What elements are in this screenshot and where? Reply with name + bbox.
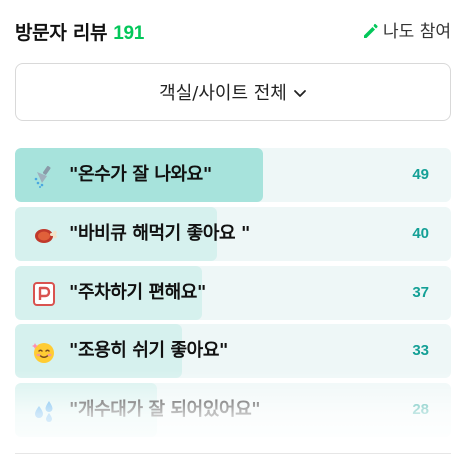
review-keyword-label: "조용히 쉬기 좋아요" [69,340,228,362]
review-keyword-count: 33 [412,342,429,360]
review-keyword-row[interactable]: "온수가 잘 나와요" 49 [15,148,451,202]
review-keyword-count: 40 [412,224,429,242]
review-keyword-label: "주차하기 편해요" [69,281,206,303]
review-keyword-row[interactable]: "바비큐 해먹기 좋아요 " 40 [15,206,451,261]
room-filter-dropdown[interactable]: 객실/사이트 전체 [15,63,451,121]
review-keyword-row[interactable]: "주차하기 편해요" 37 [15,265,451,320]
join-label: 나도 참여 [383,22,451,42]
review-keyword-count: 37 [412,283,429,301]
chevron-down-icon [293,90,306,97]
shower-icon [31,163,57,189]
parking-icon [31,281,57,307]
review-keyword-label: "바비큐 해먹기 좋아요 " [69,222,250,244]
review-title: 방문자 리뷰 [15,22,108,44]
pencil-icon [364,23,378,38]
review-keyword-list: "온수가 잘 나와요" 49 "바비큐 해먹기 좋아요 " 40 "주차하기 편… [15,148,451,442]
review-keyword-row[interactable]: "조용히 쉬기 좋아요" 33 [15,324,451,379]
join-review-button[interactable]: 나도 참여 [361,17,451,42]
review-keyword-row[interactable]: "개수대가 잘 되어있어요" 28 [15,383,451,438]
review-keyword-count: 28 [412,401,429,419]
review-header: 방문자 리뷰 191 나도 참여 [15,14,451,44]
page-title: 방문자 리뷰 191 [15,18,144,45]
review-keyword-count: 49 [412,166,429,183]
bbq-meat-icon [31,222,57,248]
review-count: 191 [113,23,145,44]
review-keyword-label: "온수가 잘 나와요" [69,164,212,185]
filter-label: 객실/사이트 전체 [159,83,287,104]
smiling-face-icon [31,339,57,365]
review-keyword-label: "개수대가 잘 되어있어요" [69,399,261,421]
water-drops-icon [31,398,57,424]
section-divider [15,453,451,454]
